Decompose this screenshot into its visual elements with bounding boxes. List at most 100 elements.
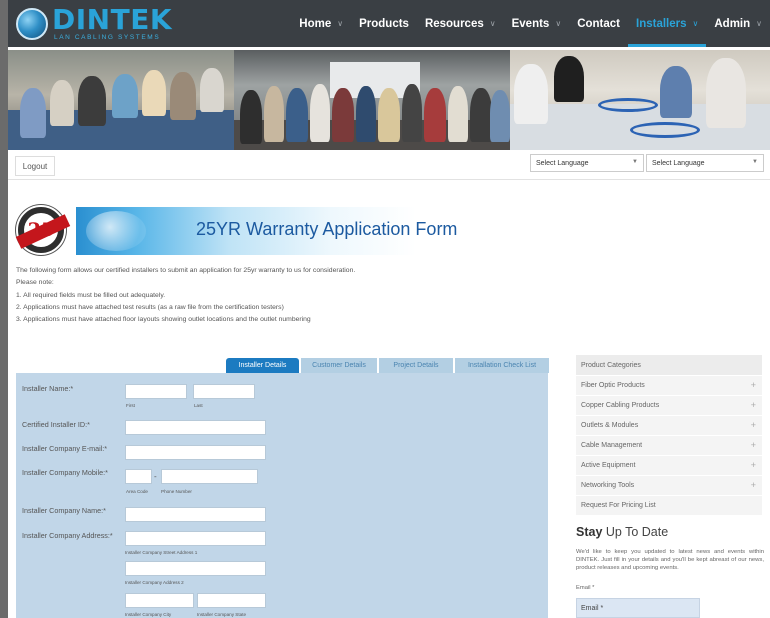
intro-line: 3. Applications must have attached floor… [16, 316, 311, 324]
language-select-1[interactable]: Select Language ▼ [530, 154, 644, 172]
category-label: Cable Management [581, 442, 643, 449]
form-tabs: Installer Details Customer Details Proje… [226, 358, 551, 373]
newsletter-title-rest: Up To Date [602, 525, 669, 539]
category-label: Outlets & Modules [581, 422, 639, 429]
nav-label: Resources [424, 17, 484, 30]
company-name-input[interactable] [125, 507, 266, 522]
plus-icon[interactable]: + [751, 380, 756, 390]
nav-events[interactable]: Events ∨ [504, 0, 570, 47]
area-code-hint: Area Code [126, 489, 148, 494]
category-active-equipment[interactable]: Active Equipment + [576, 455, 762, 475]
plus-icon[interactable]: + [751, 440, 756, 450]
phone-dash: - [154, 472, 157, 481]
product-categories-sidebar: Product Categories Fiber Optic Products +… [576, 355, 762, 515]
category-fiber-optic[interactable]: Fiber Optic Products + [576, 375, 762, 395]
street-address-2-input[interactable] [125, 561, 266, 576]
logout-button[interactable]: Logout [15, 156, 55, 176]
area-code-input[interactable] [125, 469, 152, 484]
last-name-hint: Last [194, 403, 203, 408]
plus-icon[interactable]: + [751, 480, 756, 490]
category-outlets-modules[interactable]: Outlets & Modules + [576, 415, 762, 435]
warranty-seal-icon: 25 [15, 205, 71, 255]
logo-name: DINTEK [52, 3, 173, 36]
company-state-hint: Installer Company State [197, 612, 247, 617]
category-label: Request For Pricing List [581, 502, 656, 509]
nav-resources[interactable]: Resources ∨ [417, 0, 504, 47]
certified-installer-id-input[interactable] [125, 420, 266, 435]
nav-label: Products [359, 17, 409, 30]
nav-admin[interactable]: Admin ∨ [706, 0, 770, 47]
warranty-banner: 25 25YR Warranty Application Form [15, 205, 457, 257]
category-cable-management[interactable]: Cable Management + [576, 435, 762, 455]
nav-contact[interactable]: Contact [569, 0, 628, 47]
email-placeholder: Email * [581, 604, 604, 612]
nav-label: Installers [636, 17, 687, 30]
chevron-down-icon: ∨ [692, 19, 699, 28]
phone-number-hint: Phone Number [161, 489, 192, 494]
nav-label: Admin [714, 17, 751, 30]
category-request-pricing[interactable]: Request For Pricing List [576, 495, 762, 515]
chevron-down-icon: ∨ [489, 19, 496, 28]
dintek-logo[interactable]: DINTEK LAN CABLING SYSTEMS [16, 3, 172, 42]
page: DINTEK LAN CABLING SYSTEMS Home ∨ Product… [8, 0, 770, 618]
street-address-1-input[interactable] [125, 531, 266, 546]
newsletter-text: We'd like to keep you updated to latest … [576, 549, 764, 571]
product-categories-header: Product Categories [576, 355, 762, 375]
training-photo-right [510, 50, 770, 150]
nav-installers[interactable]: Installers ∨ [628, 0, 707, 47]
category-label: Fiber Optic Products [581, 382, 645, 389]
intro-line: Please note: [16, 279, 54, 287]
newsletter-title: Stay Up To Date [576, 525, 668, 539]
nav-products[interactable]: Products [351, 0, 417, 47]
language-select-value: Select Language [536, 159, 589, 167]
plus-icon[interactable]: + [751, 460, 756, 470]
company-city-hint: Installer Company City [125, 612, 172, 617]
intro-line: The following form allows our certified … [16, 267, 356, 274]
nav-label: Events [511, 17, 550, 30]
chevron-down-icon: ∨ [337, 19, 344, 28]
category-label: Active Equipment [581, 462, 636, 469]
main-nav: Home ∨ Products Resources ∨ Events ∨ Contac… [291, 0, 770, 47]
chevron-down-icon: ∨ [756, 19, 762, 28]
tab-project-details[interactable]: Project Details [379, 358, 453, 373]
globe-logo-icon [16, 8, 48, 40]
tab-customer-details[interactable]: Customer Details [301, 358, 377, 373]
category-label: Networking Tools [581, 482, 635, 489]
company-mobile-label: Installer Company Mobile:* [22, 468, 108, 477]
intro-line: 1. All required fields must be filled ou… [16, 291, 166, 299]
category-label: Copper Cabling Products [581, 402, 660, 409]
language-select-value: Select Language [652, 159, 705, 167]
company-name-label: Installer Company Name:* [22, 506, 106, 515]
plus-icon[interactable]: + [751, 420, 756, 430]
training-photo-banner [8, 50, 770, 150]
installer-first-name-input[interactable] [125, 384, 187, 399]
category-networking-tools[interactable]: Networking Tools + [576, 475, 762, 495]
nav-label: Contact [577, 17, 620, 30]
category-copper-cabling[interactable]: Copper Cabling Products + [576, 395, 762, 415]
newsletter-email-input[interactable]: Email * [576, 598, 700, 618]
phone-number-input[interactable] [161, 469, 258, 484]
nav-home[interactable]: Home ∨ [291, 0, 351, 47]
dropdown-arrow-icon: ▼ [752, 159, 758, 165]
first-name-hint: First [126, 403, 135, 408]
company-email-label: Installer Company E-mail:* [22, 444, 108, 453]
installer-details-form: Installer Name:* First Last Certified In… [16, 373, 548, 618]
company-email-input[interactable] [125, 445, 266, 460]
chevron-down-icon: ∨ [555, 19, 562, 28]
toolbar: Logout Select Language ▼ Select Language… [8, 152, 770, 180]
tab-installer-details[interactable]: Installer Details [226, 358, 299, 373]
newsletter-title-bold: Stay [576, 525, 603, 539]
installer-last-name-input[interactable] [193, 384, 255, 399]
language-select-2[interactable]: Select Language ▼ [646, 154, 764, 172]
tab-installation-check-list[interactable]: Installation Check List [455, 358, 549, 373]
plus-icon[interactable]: + [751, 400, 756, 410]
intro-text: The following form allows our certified … [16, 265, 355, 326]
world-map-graphic [86, 211, 146, 251]
company-address-label: Installer Company Address:* [22, 531, 113, 540]
nav-label: Home [299, 17, 332, 30]
company-city-input[interactable] [125, 593, 194, 608]
site-header: DINTEK LAN CABLING SYSTEMS Home ∨ Product… [8, 0, 770, 47]
intro-line: 2. Applications must have attached test … [16, 303, 284, 311]
company-state-input[interactable] [197, 593, 266, 608]
street-address-2-hint: Installer Company Address 2 [125, 580, 184, 585]
